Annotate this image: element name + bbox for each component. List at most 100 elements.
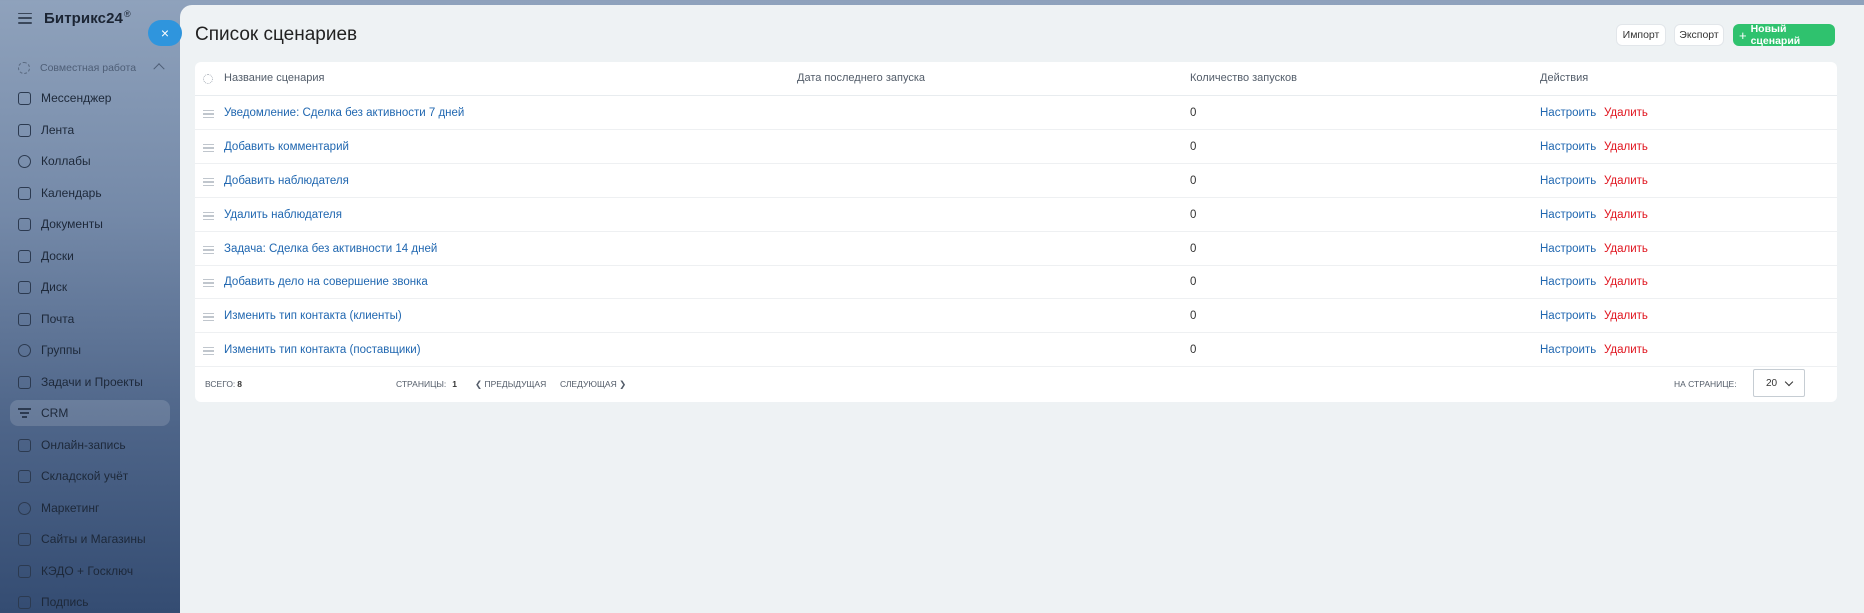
- close-slider-button[interactable]: ×: [148, 20, 182, 46]
- table-row: Изменить тип контакта (клиенты) 0 Настро…: [195, 299, 1837, 333]
- sidebar-item-sites[interactable]: Сайты и Магазины: [10, 526, 170, 552]
- setup-link[interactable]: Настроить: [1540, 175, 1596, 187]
- sidebar-item-sign[interactable]: Подпись: [10, 589, 170, 613]
- drag-handle-icon[interactable]: [203, 212, 214, 220]
- setup-link[interactable]: Настроить: [1540, 243, 1596, 255]
- table-footer: Всего: 8 Страницы: 1 ❮ Предыдущая Следующа…: [195, 364, 1837, 402]
- table-row: Добавить дело на совершение звонка 0 Нас…: [195, 265, 1837, 299]
- setup-link[interactable]: Настроить: [1540, 107, 1596, 119]
- scenario-name-link[interactable]: Добавить комментарий: [224, 141, 349, 153]
- sidebar-item-groups[interactable]: Группы: [10, 337, 170, 363]
- sidebar-item-calendar[interactable]: Календарь: [10, 180, 170, 206]
- delete-link[interactable]: Удалить: [1604, 175, 1648, 187]
- marketing-icon: [18, 501, 31, 515]
- menu-icon[interactable]: [18, 12, 32, 24]
- column-header-last-run[interactable]: Дата последнего запуска: [797, 72, 925, 84]
- drag-handle-icon[interactable]: [203, 246, 214, 254]
- scenario-name-link[interactable]: Задача: Сделка без активности 14 дней: [224, 243, 437, 255]
- collab-icon: [18, 62, 30, 74]
- sidebar-item-crm[interactable]: CRM: [10, 400, 170, 426]
- scenario-name-link[interactable]: Добавить дело на совершение звонка: [224, 276, 428, 288]
- main-panel: Список сценариев Импорт Экспорт + Новый …: [180, 5, 1864, 613]
- sidebar-item-label: Задачи и Проекты: [41, 375, 143, 389]
- import-button[interactable]: Импорт: [1616, 24, 1666, 46]
- scenario-name-link[interactable]: Уведомление: Сделка без активности 7 дне…: [224, 107, 464, 119]
- sidebar-group-collaboration[interactable]: Совместная работа: [18, 60, 168, 76]
- column-header-run-count[interactable]: Количество запусков: [1190, 72, 1297, 84]
- delete-link[interactable]: Удалить: [1604, 344, 1648, 356]
- setup-link[interactable]: Настроить: [1540, 310, 1596, 322]
- sidebar: Битрикс24® Совместная работа Мессенджер …: [0, 0, 180, 613]
- scenario-name-link[interactable]: Изменить тип контакта (поставщики): [224, 344, 421, 356]
- sidebar-item-label: Онлайн-запись: [41, 438, 126, 452]
- sites-icon: [18, 532, 31, 546]
- sidebar-item-mail[interactable]: Почта: [10, 306, 170, 332]
- calendar-icon: [18, 186, 31, 200]
- setup-link[interactable]: Настроить: [1540, 276, 1596, 288]
- sidebar-item-feed[interactable]: Лента: [10, 117, 170, 143]
- scenario-name-link[interactable]: Добавить наблюдателя: [224, 175, 349, 187]
- settings-gear-icon[interactable]: [203, 74, 213, 84]
- setup-link[interactable]: Настроить: [1540, 141, 1596, 153]
- column-header-name[interactable]: Название сценария: [224, 72, 324, 84]
- feed-icon: [18, 123, 31, 137]
- drag-handle-icon[interactable]: [203, 347, 214, 355]
- delete-link[interactable]: Удалить: [1604, 209, 1648, 221]
- tasks-icon: [18, 375, 31, 389]
- sidebar-item-label: Маркетинг: [41, 501, 100, 515]
- scenario-name-link[interactable]: Изменить тип контакта (клиенты): [224, 310, 402, 322]
- crm-funnel-icon: [18, 408, 31, 418]
- setup-link[interactable]: Настроить: [1540, 344, 1596, 356]
- sidebar-item-label: Диск: [41, 280, 68, 294]
- table-row: Удалить наблюдателя 0 Настроить Удалить: [195, 198, 1837, 232]
- sidebar-item-label: Сайты и Магазины: [41, 532, 146, 546]
- delete-link[interactable]: Удалить: [1604, 107, 1648, 119]
- drag-handle-icon[interactable]: [203, 178, 214, 186]
- setup-link[interactable]: Настроить: [1540, 209, 1596, 221]
- sidebar-item-inventory[interactable]: Складской учёт: [10, 463, 170, 489]
- sidebar-item-boards[interactable]: Доски: [10, 243, 170, 269]
- delete-link[interactable]: Удалить: [1604, 141, 1648, 153]
- sidebar-item-messenger[interactable]: Мессенджер: [10, 85, 170, 111]
- drag-handle-icon[interactable]: [203, 144, 214, 152]
- groups-icon: [18, 343, 31, 357]
- drag-handle-icon[interactable]: [203, 279, 214, 287]
- collabs-icon: [18, 154, 31, 168]
- drag-handle-icon[interactable]: [203, 110, 214, 118]
- booking-icon: [18, 438, 31, 452]
- delete-link[interactable]: Удалить: [1604, 310, 1648, 322]
- next-page-button[interactable]: Следующая ❯: [560, 379, 626, 390]
- sidebar-item-kedo[interactable]: КЭДО + Госключ: [10, 558, 170, 584]
- messenger-icon: [18, 91, 31, 105]
- inventory-icon: [18, 469, 31, 483]
- run-count: 0: [1190, 243, 1197, 255]
- prev-page-button[interactable]: ❮ Предыдущая: [475, 379, 546, 390]
- delete-link[interactable]: Удалить: [1604, 276, 1648, 288]
- sidebar-item-collabs[interactable]: Коллабы: [10, 148, 170, 174]
- sidebar-item-marketing[interactable]: Маркетинг: [10, 495, 170, 521]
- disk-icon: [18, 280, 31, 294]
- logo-row: Битрикс24®: [18, 8, 131, 28]
- logo[interactable]: Битрикс24®: [44, 9, 131, 27]
- drag-handle-icon[interactable]: [203, 313, 214, 321]
- sidebar-item-booking[interactable]: Онлайн-запись: [10, 432, 170, 458]
- sidebar-group-label: Совместная работа: [40, 62, 137, 74]
- table-row: Задача: Сделка без активности 14 дней 0 …: [195, 232, 1837, 266]
- sidebar-item-disk[interactable]: Диск: [10, 274, 170, 300]
- delete-link[interactable]: Удалить: [1604, 243, 1648, 255]
- export-button[interactable]: Экспорт: [1674, 24, 1724, 46]
- sidebar-item-label: Мессенджер: [41, 91, 112, 105]
- sidebar-item-label: Почта: [41, 312, 75, 326]
- sidebar-item-label: Лента: [41, 123, 75, 137]
- sidebar-item-label: Подпись: [41, 595, 89, 609]
- new-scenario-button[interactable]: + Новый сценарий: [1733, 23, 1835, 47]
- documents-icon: [18, 217, 31, 231]
- sidebar-item-documents[interactable]: Документы: [10, 211, 170, 237]
- run-count: 0: [1190, 107, 1197, 119]
- chevron-up-icon[interactable]: [153, 63, 165, 75]
- scenario-name-link[interactable]: Удалить наблюдателя: [224, 209, 342, 221]
- per-page-select[interactable]: 20: [1753, 369, 1805, 397]
- run-count: 0: [1190, 310, 1197, 322]
- sidebar-item-tasks[interactable]: Задачи и Проекты: [10, 369, 170, 395]
- run-count: 0: [1190, 344, 1197, 356]
